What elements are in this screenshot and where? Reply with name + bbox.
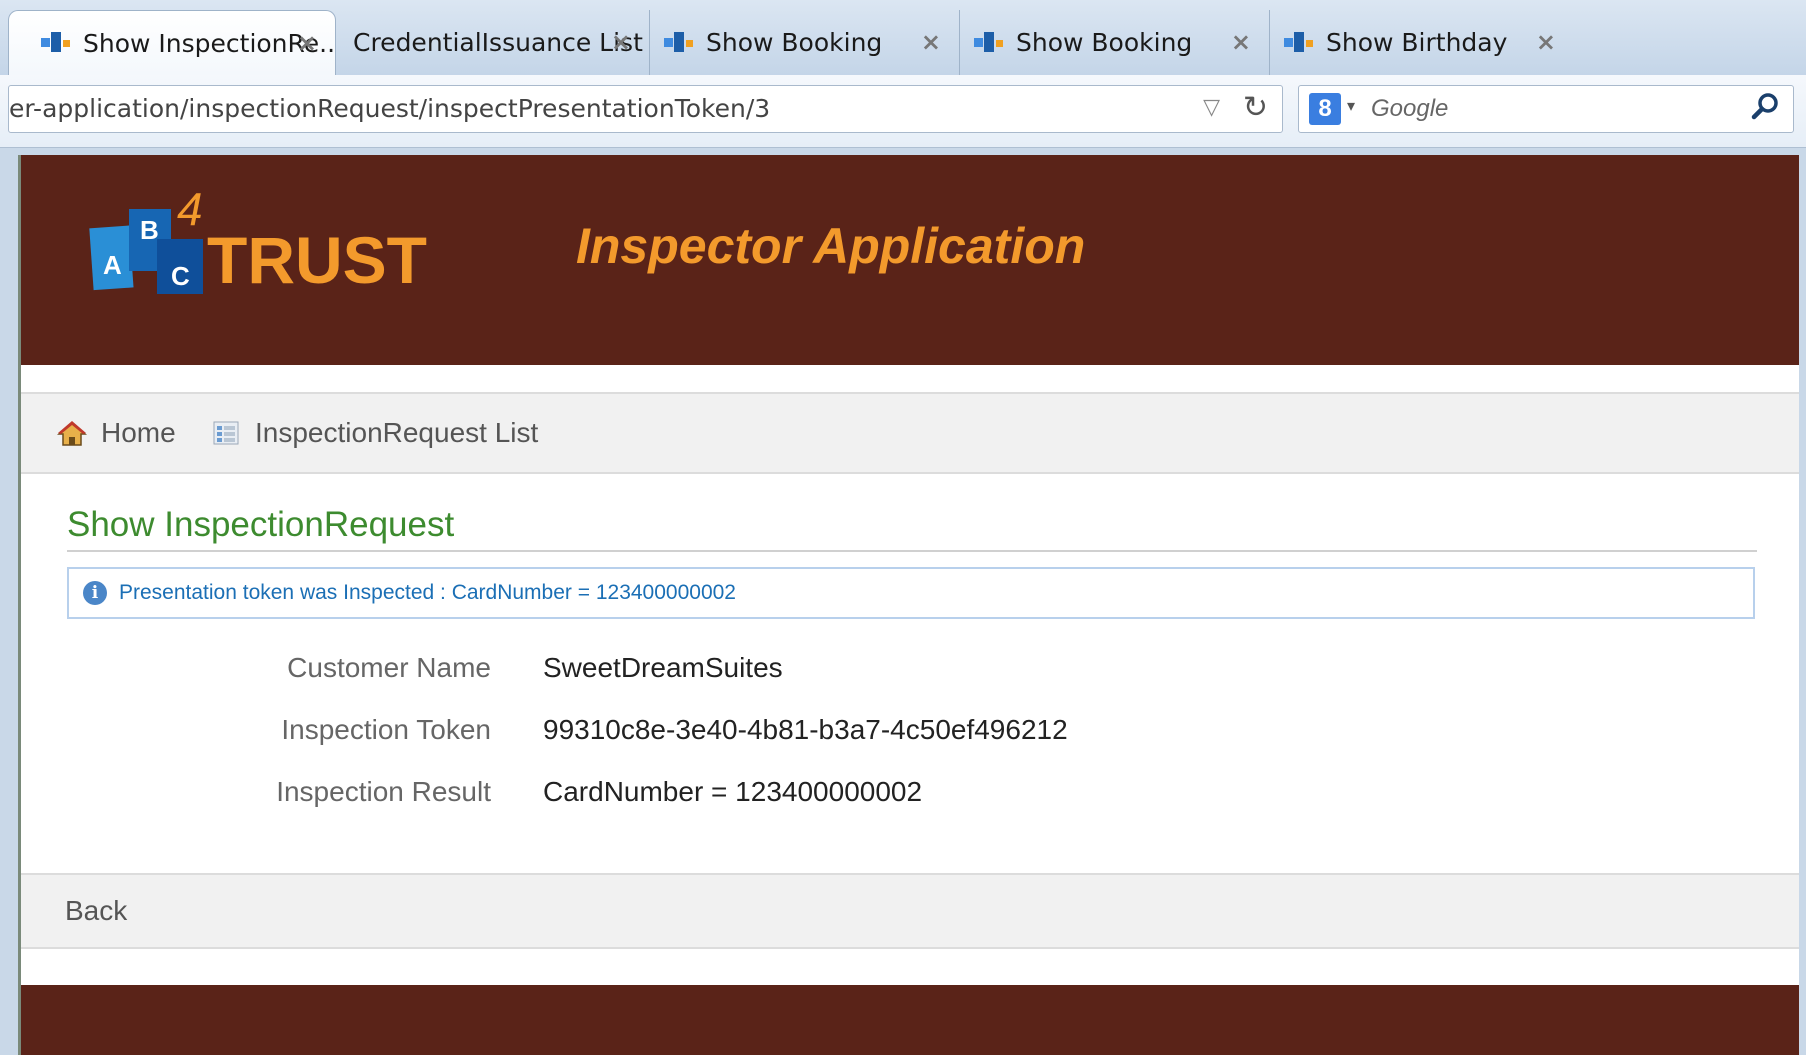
search-input[interactable]: 8 ▾ Google bbox=[1298, 85, 1794, 133]
property-label: Customer Name bbox=[287, 652, 491, 683]
property-list: Customer Name SweetDreamSuites Inspectio… bbox=[21, 652, 1799, 838]
tab-title: Show Booking bbox=[706, 28, 883, 57]
back-button[interactable]: Back bbox=[65, 875, 127, 947]
flash-message: i Presentation token was Inspected : Car… bbox=[67, 567, 1755, 619]
logo-wordmark: TRUST bbox=[207, 223, 427, 297]
main-nav: Home InspectionRequest List bbox=[21, 392, 1799, 474]
history-dropdown-icon[interactable]: ▽ bbox=[1203, 94, 1220, 120]
property-row-inspection-result: Inspection Result CardNumber = 123400000… bbox=[21, 776, 1799, 838]
property-row-inspection-token: Inspection Token 99310c8e-3e40-4b81-b3a7… bbox=[21, 714, 1799, 776]
logo-letter-c: C bbox=[171, 261, 190, 291]
site-header: A B C 4 TRUST Inspector Application bbox=[21, 155, 1799, 365]
browser-tab-show-inspectionrequest[interactable]: Show InspectionRe... × bbox=[8, 10, 336, 75]
logo-letter-a: A bbox=[103, 250, 122, 280]
close-tab-icon[interactable]: × bbox=[1231, 28, 1251, 56]
button-bar: Back bbox=[21, 873, 1799, 949]
search-engine-icon[interactable]: 8 bbox=[1309, 93, 1341, 125]
browser-tab-show-booking[interactable]: Show Booking × bbox=[650, 10, 960, 75]
flash-message-text: Presentation token was Inspected : CardN… bbox=[119, 581, 736, 604]
app-title: Inspector Application bbox=[576, 218, 1086, 274]
web-page: A B C 4 TRUST Inspector Application Home bbox=[18, 155, 1799, 1055]
app-favicon-icon bbox=[1284, 31, 1314, 54]
search-placeholder: Google bbox=[1371, 95, 1449, 122]
home-icon bbox=[57, 421, 87, 446]
tab-title: CredentialIssuance List bbox=[353, 28, 643, 57]
nav-list-label: InspectionRequest List bbox=[255, 417, 539, 448]
list-icon bbox=[213, 421, 239, 445]
close-tab-icon[interactable]: × bbox=[297, 29, 317, 57]
app-favicon-icon bbox=[664, 31, 694, 54]
page-title: Show InspectionRequest bbox=[67, 500, 1757, 552]
close-tab-icon[interactable]: × bbox=[1536, 28, 1556, 56]
property-value: SweetDreamSuites bbox=[543, 652, 783, 683]
browser-tab-credentialissuance-list[interactable]: CredentialIssuance List × bbox=[336, 10, 650, 75]
app-favicon-icon bbox=[41, 32, 71, 54]
tab-title: Show Birthday bbox=[1326, 28, 1508, 57]
search-engine-dropdown-icon[interactable]: ▾ bbox=[1347, 96, 1355, 116]
app-favicon-icon bbox=[974, 31, 1004, 54]
browser-tab-strip: Show InspectionRe... × CredentialIssuanc… bbox=[0, 0, 1806, 75]
close-tab-icon[interactable]: × bbox=[921, 28, 941, 56]
nav-inspectionrequest-list-link[interactable]: InspectionRequest List bbox=[211, 394, 538, 472]
nav-home-link[interactable]: Home bbox=[57, 394, 176, 472]
info-icon: i bbox=[83, 581, 107, 605]
reload-icon[interactable]: ↻ bbox=[1243, 90, 1268, 125]
logo-superscript: 4 bbox=[177, 187, 203, 235]
site-footer bbox=[21, 985, 1799, 1055]
magnifier-icon[interactable] bbox=[1749, 90, 1783, 124]
url-text: er-application/inspectionRequest/inspect… bbox=[9, 94, 771, 123]
logo-letter-b: B bbox=[140, 215, 159, 245]
tab-title: Show Booking bbox=[1016, 28, 1193, 57]
browser-tab-show-birthday[interactable]: Show Birthday × bbox=[1270, 10, 1806, 75]
property-row-customer-name: Customer Name SweetDreamSuites bbox=[21, 652, 1799, 714]
nav-home-label: Home bbox=[101, 417, 176, 448]
property-label: Inspection Token bbox=[281, 714, 491, 745]
property-value: CardNumber = 123400000002 bbox=[543, 776, 923, 807]
abc4trust-logo: A B C 4 TRUST bbox=[89, 187, 427, 297]
browser-nav-bar: er-application/inspectionRequest/inspect… bbox=[0, 75, 1806, 148]
property-value: 99310c8e-3e40-4b81-b3a7-4c50ef496212 bbox=[543, 714, 1068, 745]
address-bar[interactable]: er-application/inspectionRequest/inspect… bbox=[8, 85, 1283, 133]
browser-tab-show-booking-2[interactable]: Show Booking × bbox=[960, 10, 1270, 75]
close-tab-icon[interactable]: × bbox=[611, 28, 631, 56]
property-label: Inspection Result bbox=[276, 776, 491, 807]
